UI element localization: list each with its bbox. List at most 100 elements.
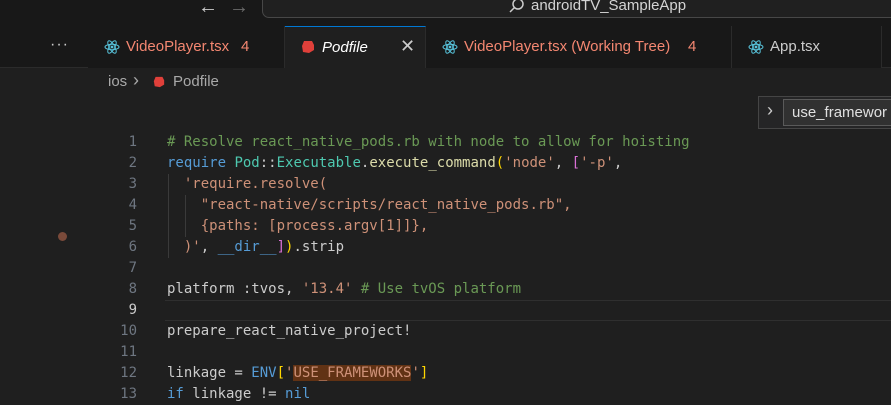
code-token: ,	[613, 155, 623, 171]
indent-guide	[185, 195, 186, 216]
code-line[interactable]	[167, 342, 891, 363]
breadcrumb: ios › Podfile	[0, 68, 891, 96]
indent-guide	[168, 174, 169, 195]
chevron-right-icon[interactable]: ›	[767, 100, 773, 121]
breadcrumb-file[interactable]: Podfile	[173, 73, 219, 90]
tab-podfile[interactable]: Podfile ✕	[285, 26, 426, 68]
code-token: ::	[259, 155, 277, 171]
code-token: 'require.resolve(	[183, 176, 328, 192]
react-icon	[748, 39, 764, 60]
line-number: 6	[128, 239, 137, 255]
problem-count-badge: 4	[688, 38, 697, 55]
code-token: )'	[183, 239, 201, 255]
code-token: linkage =	[167, 365, 252, 381]
editor-tab-bar: ··· VideoPlayer.tsx 4 Podfile ✕ VideoPla…	[0, 26, 891, 68]
search-icon	[508, 0, 526, 20]
find-input[interactable]: use_framewor	[783, 99, 891, 126]
react-icon	[104, 39, 120, 60]
chevron-right-icon: ›	[133, 70, 139, 90]
code-line[interactable]	[167, 258, 891, 279]
line-number: 1	[128, 134, 137, 150]
more-actions-icon[interactable]: ···	[50, 36, 69, 54]
code-token: "react-native/scripts/react_native_pods.…	[200, 197, 572, 213]
indent-guide	[168, 195, 169, 216]
tab-label: App.tsx	[770, 38, 821, 55]
close-icon[interactable]: ✕	[400, 36, 415, 57]
code-token: 'node'	[504, 155, 555, 171]
code-token: platform :tvos,	[167, 281, 302, 297]
line-number: 9	[128, 302, 137, 318]
indent-guide	[168, 216, 169, 237]
line-number: 3	[128, 176, 137, 192]
code-token: nil	[285, 386, 311, 402]
code-line[interactable]: prepare_react_native_project!	[167, 321, 891, 342]
tab-app[interactable]: App.tsx	[732, 26, 882, 68]
line-number: 10	[120, 323, 137, 339]
code-token: [	[276, 365, 286, 381]
code-token: Pod	[234, 155, 260, 171]
indent-guide	[185, 216, 186, 237]
code-line[interactable]: platform :tvos, '13.4' # Use tvOS platfo…	[167, 279, 891, 300]
tab-videoplayer-working-tree[interactable]: VideoPlayer.tsx (Working Tree) 4	[426, 26, 732, 68]
code-line[interactable]: )', __dir__]).strip	[167, 237, 891, 258]
code-token: execute_command	[369, 155, 496, 171]
code-token: if	[167, 386, 184, 402]
code-line[interactable]	[165, 300, 891, 321]
find-input-value: use_framewor	[792, 104, 888, 121]
code-token: {paths: [process.argv[1]]},	[200, 218, 429, 234]
breakpoint-dot-icon	[58, 232, 67, 241]
breadcrumb-folder[interactable]: ios	[108, 73, 127, 90]
line-number: 2	[128, 155, 137, 171]
code-token: '-p'	[580, 155, 614, 171]
code-token: __dir__	[217, 239, 277, 255]
line-number-gutter: 1 2 3 4 5 6 7 8 9 10 11 12 13	[95, 132, 137, 405]
code-line[interactable]: "react-native/scripts/react_native_pods.…	[167, 195, 891, 216]
ruby-icon	[301, 40, 315, 59]
line-number: 4	[128, 197, 137, 213]
code-lines[interactable]: # Resolve react_native_pods.rb with node…	[165, 132, 891, 405]
code-line[interactable]: require Pod::Executable.execute_command(…	[167, 153, 891, 174]
code-line[interactable]: linkage = ENV['USE_FRAMEWORKS']	[167, 363, 891, 384]
window-title[interactable]: androidTV_SampleApp	[531, 0, 686, 14]
code-token: # Use tvOS platform	[360, 281, 522, 297]
code-token: (	[495, 155, 505, 171]
code-token: ,	[200, 239, 218, 255]
code-token: ]	[419, 365, 429, 381]
ruby-icon	[153, 75, 165, 93]
code-token: USE_FRAMEWORKS	[293, 365, 412, 381]
code-token: require	[167, 155, 227, 171]
line-number: 13	[120, 386, 137, 402]
tab-label: VideoPlayer.tsx	[126, 38, 230, 55]
code-line[interactable]: {paths: [process.argv[1]]},	[167, 216, 891, 237]
code-token: # Resolve react_native_pods.rb with node…	[167, 134, 690, 150]
line-number: 12	[120, 365, 137, 381]
back-arrow-icon[interactable]: ←	[198, 0, 218, 17]
code-token: ]	[276, 239, 286, 255]
code-line[interactable]: if linkage != nil	[167, 384, 891, 405]
tab-videoplayer[interactable]: VideoPlayer.tsx 4	[88, 26, 285, 68]
code-token: .strip	[293, 239, 345, 255]
forward-arrow-icon[interactable]: →	[229, 0, 249, 17]
tab-label: Podfile	[322, 39, 368, 56]
code-line[interactable]: # Resolve react_native_pods.rb with node…	[167, 132, 891, 153]
line-number: 11	[120, 344, 137, 360]
tab-label: VideoPlayer.tsx (Working Tree)	[464, 38, 671, 55]
code-token: linkage !=	[183, 386, 286, 402]
problem-count-badge: 4	[241, 38, 250, 55]
title-bar: ← → androidTV_SampleApp	[0, 0, 891, 26]
line-number: 5	[128, 218, 137, 234]
find-widget: › use_framewor	[758, 96, 891, 129]
line-number: 8	[128, 281, 137, 297]
code-line[interactable]: 'require.resolve(	[167, 174, 891, 195]
line-number: 7	[128, 260, 137, 276]
code-token: '13.4'	[301, 281, 353, 297]
code-token: ,	[554, 155, 572, 171]
code-token: '	[411, 365, 420, 381]
code-editor[interactable]: › use_framewor 1 2 3 4 5 6 7 8 9 10 11 1…	[0, 96, 891, 405]
code-token: prepare_react_native_project!	[167, 323, 412, 339]
